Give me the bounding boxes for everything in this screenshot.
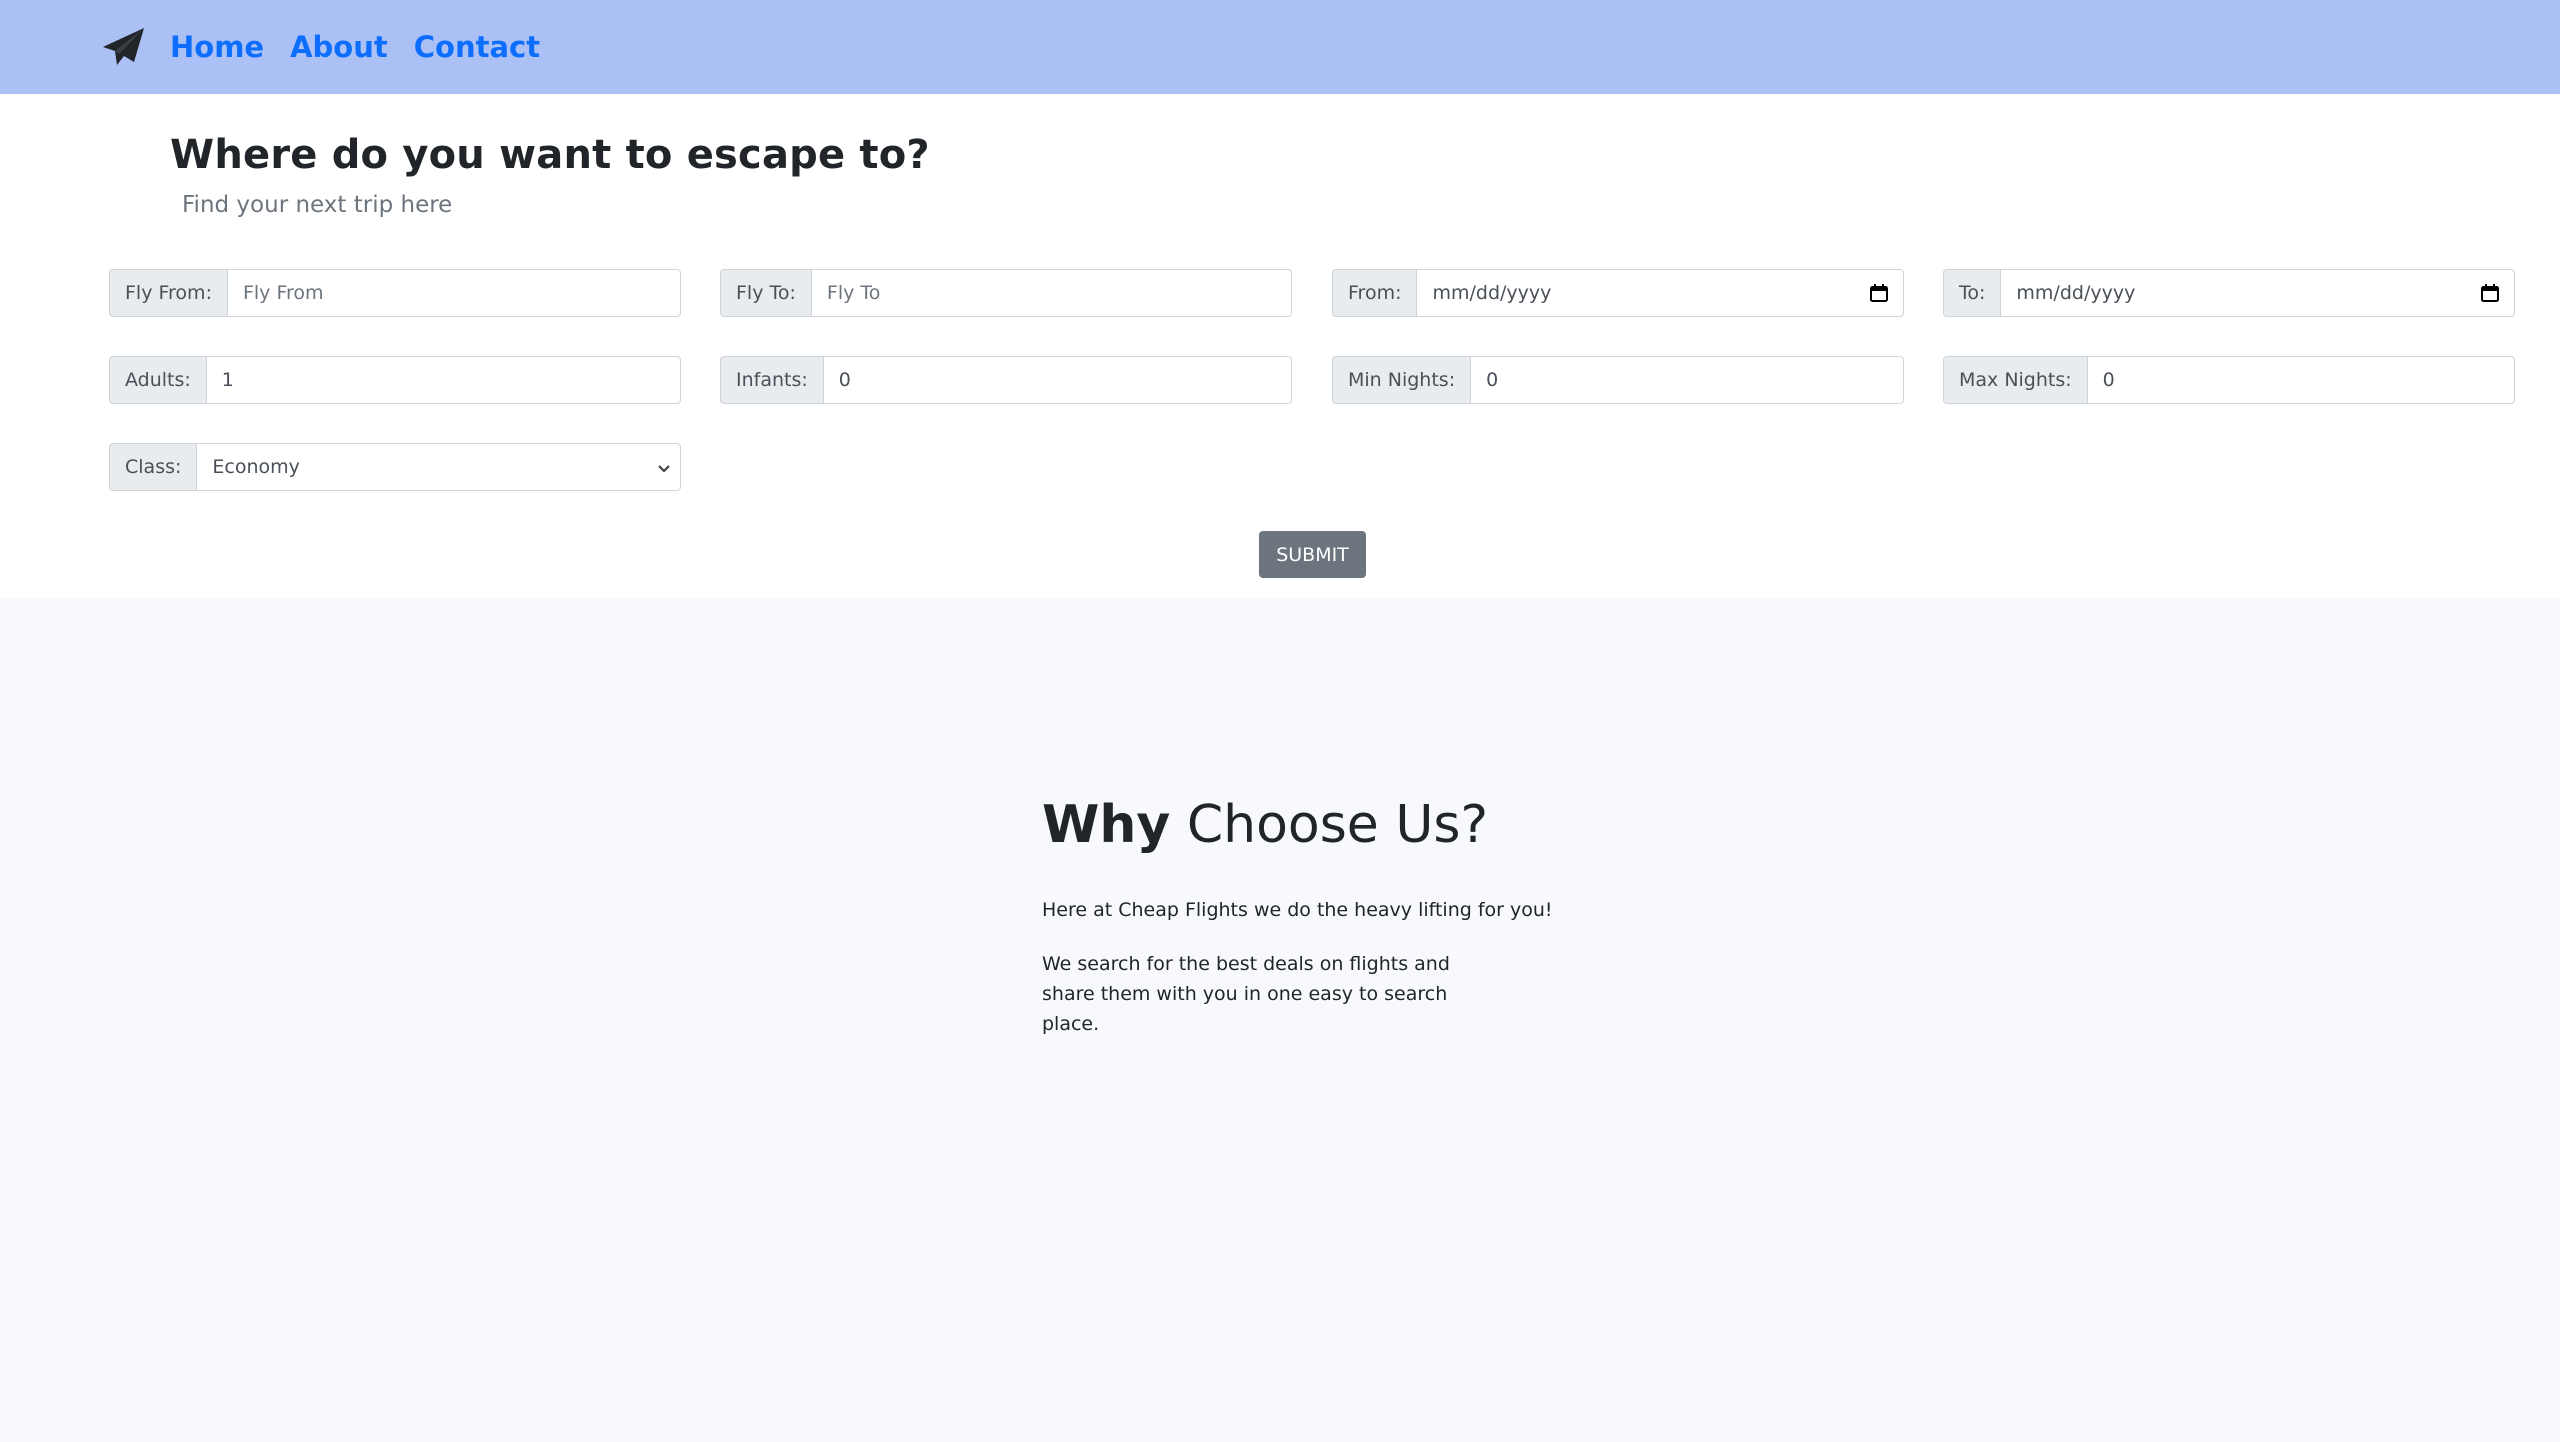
class-select[interactable]: Economy: [196, 443, 681, 491]
date-to-value: mm/dd/yyyy: [2016, 282, 2136, 304]
fly-from-label: Fly From:: [109, 269, 227, 317]
min-nights-label: Min Nights:: [1332, 356, 1471, 404]
date-from-group: From: mm/dd/yyyy: [1332, 269, 1904, 317]
submit-button[interactable]: SUBMIT: [1259, 531, 1366, 578]
date-from-value: mm/dd/yyyy: [1432, 282, 1552, 304]
why-title: Why Choose Us?: [1042, 795, 1488, 855]
min-nights-input[interactable]: 0: [1470, 356, 1904, 404]
max-nights-group: Max Nights: 0: [1943, 356, 2515, 404]
fly-from-input[interactable]: Fly From: [226, 269, 681, 317]
fly-to-input[interactable]: Fly To: [810, 269, 1292, 317]
calendar-icon[interactable]: [1869, 283, 1889, 303]
why-paragraph-1: Here at Cheap Flights we do the heavy li…: [1042, 899, 1553, 921]
fly-to-group: Fly To: Fly To: [720, 269, 1292, 317]
why-section: Why Choose Us? Here at Cheap Flights we …: [0, 599, 2560, 1442]
nav-link-about[interactable]: About: [290, 30, 388, 64]
paper-plane-icon[interactable]: [102, 25, 146, 69]
date-to-input[interactable]: mm/dd/yyyy: [2000, 269, 2515, 317]
class-label: Class:: [109, 443, 197, 491]
min-nights-group: Min Nights: 0: [1332, 356, 1904, 404]
date-to-label: To:: [1943, 269, 2001, 317]
why-title-rest: Choose Us?: [1186, 795, 1489, 855]
search-subtitle: Find your next trip here: [182, 192, 453, 218]
why-title-bold: Why: [1042, 795, 1171, 855]
nav-link-home[interactable]: Home: [170, 30, 264, 64]
fly-to-label: Fly To:: [720, 269, 811, 317]
chevron-down-icon: [658, 465, 670, 473]
search-title: Where do you want to escape to?: [170, 132, 930, 178]
class-group: Class: Economy: [109, 443, 681, 491]
infants-group: Infants: 0: [720, 356, 1292, 404]
why-paragraph-2: We search for the best deals on flights …: [1042, 953, 1450, 1035]
date-from-label: From:: [1332, 269, 1417, 317]
fly-from-group: Fly From: Fly From: [109, 269, 681, 317]
adults-label: Adults:: [109, 356, 206, 404]
date-from-input[interactable]: mm/dd/yyyy: [1416, 269, 1904, 317]
max-nights-input[interactable]: 0: [2086, 356, 2515, 404]
infants-label: Infants:: [720, 356, 823, 404]
adults-input[interactable]: 1: [205, 356, 681, 404]
class-selected-value: Economy: [212, 456, 300, 478]
adults-group: Adults: 1: [109, 356, 681, 404]
infants-input[interactable]: 0: [822, 356, 1292, 404]
calendar-icon[interactable]: [2480, 283, 2500, 303]
search-section: Where do you want to escape to? Find you…: [0, 94, 2560, 599]
navbar: Home About Contact: [0, 0, 2560, 94]
date-to-group: To: mm/dd/yyyy: [1943, 269, 2515, 317]
nav-link-contact[interactable]: Contact: [414, 30, 540, 64]
max-nights-label: Max Nights:: [1943, 356, 2087, 404]
